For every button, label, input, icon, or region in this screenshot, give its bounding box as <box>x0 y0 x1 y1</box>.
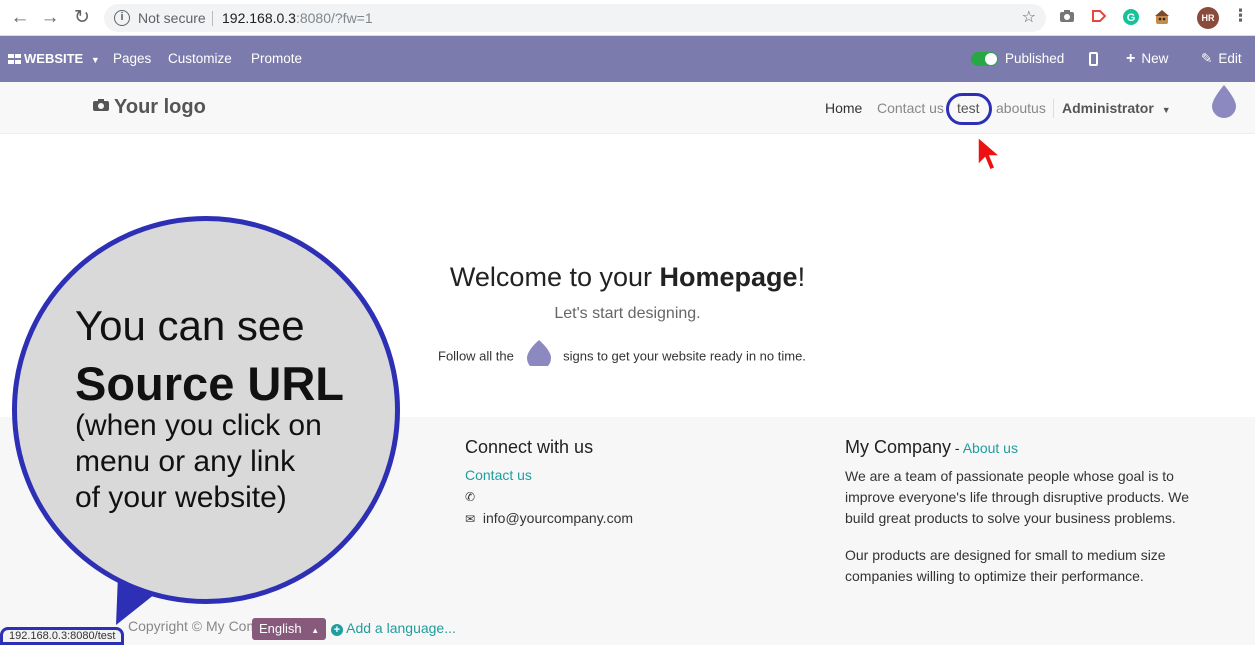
published-toggle[interactable] <box>971 52 998 66</box>
follow-suffix: signs to get your website ready in no ti… <box>563 348 806 364</box>
plus-circle-icon: + <box>331 624 343 636</box>
browser-status-url: 192.168.0.3:8080/test <box>0 627 125 645</box>
menu-aboutus[interactable]: aboutus <box>996 82 1046 134</box>
menu-administrator[interactable]: Administrator ▼ <box>1062 82 1171 134</box>
edit-button[interactable]: ✎ Edit <box>1201 36 1242 82</box>
language-label: English <box>259 621 302 636</box>
profile-avatar[interactable]: HR <box>1197 7 1219 29</box>
phone-icon: ✆ <box>465 490 476 504</box>
extension-red-icon[interactable] <box>1090 9 1108 27</box>
svg-text:G: G <box>1127 12 1136 24</box>
menu-divider <box>1053 99 1054 118</box>
edit-label: Edit <box>1218 51 1242 66</box>
connect-title: Connect with us <box>465 437 594 457</box>
admin-label: Administrator <box>1062 100 1154 116</box>
menu-home[interactable]: Home <box>825 82 862 134</box>
company-heading: My Company - About us <box>845 437 1018 457</box>
droplet-hint-icon[interactable] <box>1210 84 1238 118</box>
about-us-link[interactable]: About us <box>963 440 1018 456</box>
new-label: New <box>1141 51 1169 66</box>
envelope-icon: ✉ <box>465 512 476 526</box>
language-selector[interactable]: English ▲ <box>252 618 327 640</box>
menu-contact-us[interactable]: Contact us <box>877 82 944 134</box>
email-row[interactable]: ✉ info@yourcompany.com <box>465 508 805 530</box>
extension-character-icon[interactable] <box>1153 9 1171 27</box>
add-language-link[interactable]: + Add a language... <box>331 618 456 638</box>
mouse-cursor-icon <box>977 135 1003 171</box>
callout-line-3: (when you click on menu or any link of y… <box>75 408 322 516</box>
caret-down-icon: ▼ <box>1161 105 1171 115</box>
url-path: :8080/?fw=1 <box>295 10 373 26</box>
pencil-icon: ✎ <box>1201 51 1213 66</box>
add-language-label: Add a language... <box>346 620 456 636</box>
caret-up-icon: ▲ <box>311 626 320 635</box>
bookmark-star-icon[interactable]: ☆ <box>1022 4 1036 32</box>
footer-contact-link[interactable]: Contact us <box>465 465 805 486</box>
published-label: Published <box>1005 51 1065 66</box>
url-text[interactable]: 192.168.0.3:8080/?fw=1 <box>222 4 373 32</box>
company-products-text: Our products are designed for small to m… <box>845 547 1166 584</box>
address-bar[interactable]: i Not secure 192.168.0.3:8080/?fw=1 ☆ <box>104 4 1046 32</box>
highlight-ring <box>946 93 992 125</box>
droplet-icon <box>524 338 554 376</box>
callout-line-3a: (when you click on <box>75 409 322 442</box>
page: ← → ↻ i Not secure 192.168.0.3:8080/?fw=… <box>0 0 1255 645</box>
camera-extension-icon[interactable] <box>1058 9 1076 27</box>
email-text: info@yourcompany.com <box>482 510 634 526</box>
new-button[interactable]: + New <box>1126 36 1168 82</box>
promote-menu[interactable]: Promote <box>251 36 302 82</box>
footer-connect: Connect with us Contact us ✆ ✉ info@your… <box>465 436 805 530</box>
divider <box>212 11 213 26</box>
footer-company: My Company - About us We are a team of p… <box>845 436 1215 603</box>
callout-line-3c: of your website) <box>75 481 287 514</box>
callout-line-3b: menu or any link <box>75 445 296 478</box>
follow-hint-text: Follow all the signs to get your website… <box>438 338 806 376</box>
url-host: 192.168.0.3 <box>222 10 296 26</box>
callout-line-2: Source URL <box>75 357 344 410</box>
grammarly-icon[interactable]: G <box>1122 9 1140 27</box>
callout-line-1: You can see <box>75 302 305 349</box>
phone-row: ✆ <box>465 486 805 508</box>
mobile-preview-icon[interactable] <box>1089 52 1098 66</box>
follow-prefix: Follow all the <box>438 348 514 364</box>
plus-icon: + <box>1126 50 1136 67</box>
company-description: We are a team of passionate people whose… <box>845 468 1190 526</box>
browser-menu-icon[interactable]: ⋮ <box>1232 6 1249 26</box>
